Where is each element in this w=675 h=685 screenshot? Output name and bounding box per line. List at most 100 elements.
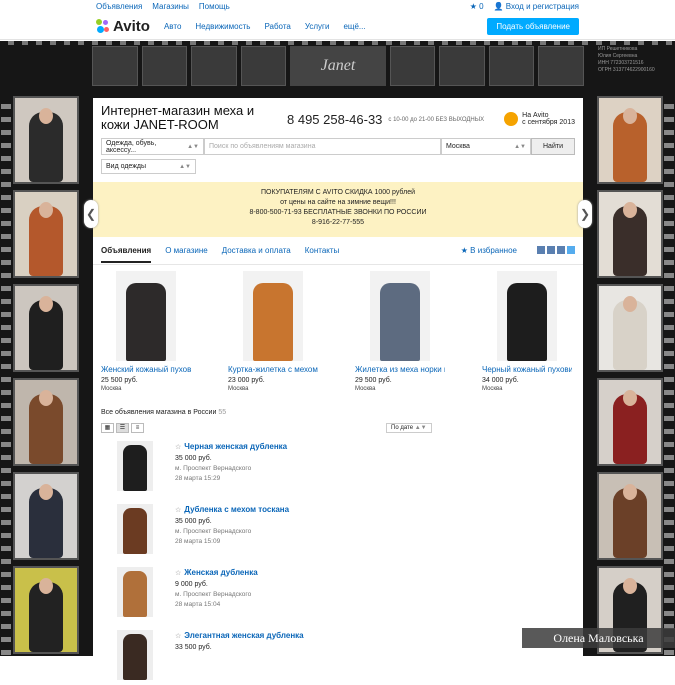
product-title[interactable]: Жилетка из меха норки и чернобурки. Нови… xyxy=(355,365,445,375)
city-select[interactable]: Москва ▲▼ xyxy=(441,138,531,155)
product-image[interactable] xyxy=(370,271,430,361)
tab-ads[interactable]: Объявления xyxy=(101,246,152,263)
carousel-card[interactable]: Черный кожаный пуховик мехом чернобурки.… xyxy=(482,271,572,405)
photo-thumb xyxy=(13,472,79,560)
top-link-shops[interactable]: Магазины xyxy=(152,2,189,11)
item-price: 33 500 руб. xyxy=(175,644,212,651)
nav-more[interactable]: ещё... xyxy=(343,22,365,31)
item-metro: м. Проспект Вернадского xyxy=(175,591,252,598)
top-link-ads[interactable]: Объявления xyxy=(96,2,142,11)
chevron-down-icon: ▲▼ xyxy=(187,143,199,150)
photo-thumb xyxy=(13,378,79,466)
since-line: На Avito xyxy=(522,112,549,119)
share-icon[interactable] xyxy=(537,246,545,254)
carousel-card[interactable]: Жилетка из меха норки и чернобурки. Нови… xyxy=(355,271,445,405)
shop-tabs: Объявления О магазине Доставка и оплата … xyxy=(93,237,583,265)
item-figure xyxy=(123,508,147,554)
star-icon[interactable]: ☆ xyxy=(175,633,181,640)
favorites-counter[interactable]: ★ 0 xyxy=(470,2,484,11)
star-icon[interactable]: ☆ xyxy=(175,570,181,577)
item-photo[interactable] xyxy=(117,441,153,491)
shop-content: Интернет-магазин меха и кожи JANET-ROOM … xyxy=(93,98,583,680)
clothing-type-value: Вид одежды xyxy=(106,163,147,170)
compact-view-icon[interactable]: ≡ xyxy=(131,423,144,433)
list-item[interactable]: ☆ Дубленка с мехом тоскана 35 000 руб. м.… xyxy=(117,504,583,559)
star-icon[interactable]: ☆ xyxy=(175,507,181,514)
tab-about[interactable]: О магазине xyxy=(165,246,208,255)
product-figure xyxy=(126,283,166,361)
category-value: Одежда, обувь, аксессу... xyxy=(106,139,157,154)
nav-auto[interactable]: Авто xyxy=(164,22,181,31)
item-price: 35 000 руб. xyxy=(175,455,212,462)
login-link[interactable]: 👤 Вход и регистрация xyxy=(494,2,579,11)
item-photo[interactable] xyxy=(117,567,153,617)
film-perforation-left xyxy=(1,96,11,656)
category-nav: Авто Недвижимость Работа Услуги ещё... xyxy=(164,22,366,31)
add-favorite-link[interactable]: ★ В избранное xyxy=(461,246,517,255)
nav-jobs[interactable]: Работа xyxy=(264,22,290,31)
sort-select[interactable]: По дате ▲▼ xyxy=(386,423,432,433)
carousel-card[interactable]: Куртка-жилетка с мехом лисы 23 000 руб. … xyxy=(228,271,318,405)
carousel-card[interactable]: Женский кожаный пуховик 25 500 руб. Моск… xyxy=(101,271,191,405)
share-icon[interactable] xyxy=(557,246,565,254)
top-link-help[interactable]: Помощь xyxy=(199,2,230,11)
legal-line: ИП Решетникова xyxy=(598,46,638,52)
shop-name: Интернет-магазин меха и кожи JANET-ROOM xyxy=(101,103,255,132)
carousel-next-button[interactable]: ❯ xyxy=(578,200,592,228)
avito-logo[interactable]: Avito xyxy=(96,18,150,35)
nav-services[interactable]: Услуги xyxy=(305,22,330,31)
item-photo[interactable] xyxy=(117,504,153,554)
product-figure xyxy=(253,283,293,361)
list-item[interactable]: ☆ Элегантная женская дубленка 33 500 руб. xyxy=(117,630,583,685)
item-title[interactable]: Дубленка с мехом тоскана xyxy=(184,505,289,514)
post-ad-button[interactable]: Подать объявление xyxy=(487,18,579,35)
product-figure xyxy=(380,283,420,361)
product-image[interactable] xyxy=(243,271,303,361)
share-icon[interactable] xyxy=(567,246,575,254)
photo-thumb xyxy=(597,96,663,184)
promo-line: от цены на сайте на зимние вещи!!! xyxy=(280,199,396,206)
clothing-type-select[interactable]: Вид одежды ▲▼ xyxy=(101,159,196,174)
item-photo[interactable] xyxy=(117,630,153,680)
promo-line: 8-800-500-71-93 БЕСПЛАТНЫЕ ЗВОНКИ ПО РОС… xyxy=(249,209,427,216)
item-title[interactable]: Элегантная женская дубленка xyxy=(184,631,303,640)
product-image[interactable] xyxy=(116,271,176,361)
product-image[interactable] xyxy=(497,271,557,361)
product-price: 34 000 руб. xyxy=(482,377,519,384)
item-title[interactable]: Черная женская дубленка xyxy=(184,442,287,451)
photo-thumb xyxy=(597,472,663,560)
nav-realty[interactable]: Недвижимость xyxy=(195,22,250,31)
tab-delivery[interactable]: Доставка и оплата xyxy=(222,246,291,255)
product-title[interactable]: Куртка-жилетка с мехом лисы xyxy=(228,365,318,375)
star-icon[interactable]: ☆ xyxy=(175,444,181,451)
share-icon[interactable] xyxy=(547,246,555,254)
left-photo-strip xyxy=(13,96,79,654)
product-title[interactable]: Женский кожаный пуховик xyxy=(101,365,191,375)
carousel-prev-button[interactable]: ❮ xyxy=(84,200,98,228)
list-item[interactable]: ☆ Черная женская дубленка 35 000 руб. м. … xyxy=(117,441,583,496)
featured-carousel: Женский кожаный пуховик 25 500 руб. Моск… xyxy=(93,265,583,405)
medal-icon xyxy=(504,112,519,126)
shop-search: Одежда, обувь, аксессу... ▲▼ Поиск по объ… xyxy=(101,138,575,155)
photo-thumb xyxy=(13,96,79,184)
category-select[interactable]: Одежда, обувь, аксессу... ▲▼ xyxy=(101,138,204,155)
legal-line: ИНН 772303721516 xyxy=(598,60,644,66)
item-price: 9 000 руб. xyxy=(175,581,208,588)
user-icon: 👤 xyxy=(493,2,504,11)
search-button[interactable]: Найти xyxy=(531,138,575,155)
item-title[interactable]: Женская дубленка xyxy=(184,568,257,577)
shop-phone[interactable]: 8 495 258-46-33 xyxy=(287,112,382,127)
tab-contacts[interactable]: Контакты xyxy=(305,246,340,255)
promo-line: 8-916-22-77-555 xyxy=(311,219,365,226)
item-metro: м. Проспект Вернадского xyxy=(175,528,252,535)
product-title[interactable]: Черный кожаный пуховик мехом чернобурки.… xyxy=(482,365,572,375)
item-date: 28 марта 15:29 xyxy=(175,475,221,482)
listing-header: Все объявления магазина в России 55 xyxy=(93,405,583,419)
chevron-down-icon: ▲▼ xyxy=(179,163,191,170)
photo-thumb xyxy=(13,566,79,654)
search-input[interactable]: Поиск по объявлениям магазина xyxy=(204,138,441,155)
since-line: с сентября 2013 xyxy=(522,119,575,126)
grid-view-icon[interactable]: ▦ xyxy=(101,423,114,433)
list-view-icon[interactable]: ☰ xyxy=(116,423,129,433)
list-item[interactable]: ☆ Женская дубленка 9 000 руб. м. Проспект… xyxy=(117,567,583,622)
